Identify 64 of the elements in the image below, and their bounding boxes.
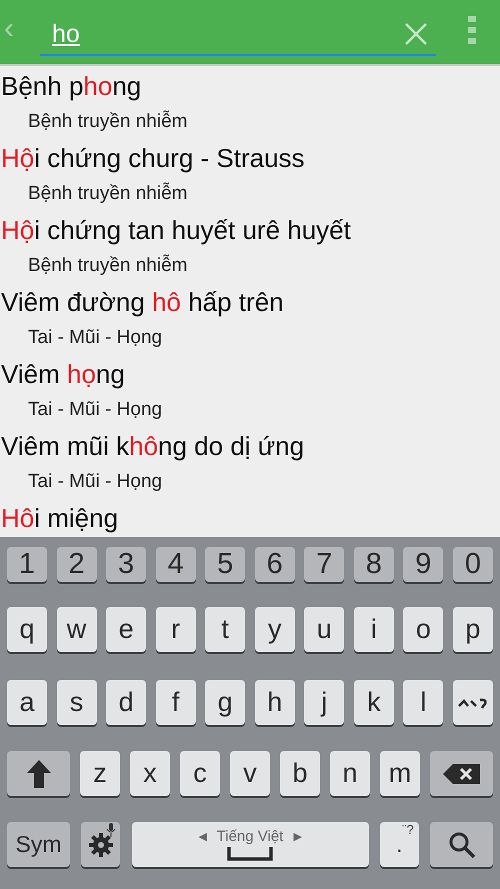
settings-icon [88,832,114,858]
keyboard-key[interactable]: 5 [205,547,246,582]
period-key[interactable]: ¨? . [380,822,419,867]
backspace-icon [442,764,480,784]
keyboard-key[interactable]: 0 [452,547,493,582]
keyboard-key[interactable]: s [56,680,97,725]
keyboard-key[interactable]: 9 [403,547,444,582]
microphone-icon [106,823,116,837]
keyboard-key[interactable]: 2 [56,547,97,582]
keyboard-key[interactable]: r [156,607,196,652]
keyboard-key[interactable]: 1 [7,547,47,582]
keyboard-key[interactable]: g [205,680,246,725]
result-category: Tai - Mũi - Họng [27,326,164,350]
result-title[interactable]: Hôi miệng [0,498,500,537]
symbols-key[interactable]: Sym [7,822,70,867]
tone-marks-key[interactable] [452,680,493,725]
result-title[interactable]: Bệnh phong [0,66,500,106]
keyboard-key[interactable]: h [254,680,295,725]
tone-marks-icon [456,696,489,710]
keyboard-key[interactable]: i [354,607,394,652]
result-title[interactable]: Hội chứng tan huyết urê huyết [0,210,500,250]
search-icon [448,830,476,858]
result-title[interactable]: Viêm mũi không do dị ứng [0,426,500,466]
keyboard-key[interactable]: d [106,680,146,725]
result-category: Tai - Mũi - Họng [27,470,164,494]
settings-key[interactable] [81,822,120,867]
shift-key[interactable] [7,751,70,796]
space-bar[interactable]: ◀ Tiếng Việt ▶ [132,822,368,867]
search-key[interactable] [430,822,493,867]
result-category: Bệnh truyền nhiễm [27,182,188,206]
keyboard-key[interactable]: k [354,680,394,725]
keyboard-key[interactable]: 7 [304,547,344,582]
result-title[interactable]: Viêm họng [0,354,500,394]
keyboard-key[interactable]: e [106,607,146,652]
keyboard-key[interactable]: x [130,751,170,796]
result-category: Tai - Mũi - Họng [27,398,164,422]
keyboard-key[interactable]: 4 [156,547,196,582]
keyboard-key[interactable]: p [452,607,493,652]
keyboard-key[interactable]: v [230,751,270,796]
keyboard-key[interactable]: b [280,751,320,796]
keyboard-key[interactable]: w [56,607,97,652]
keyboard-key[interactable]: u [304,607,344,652]
keyboard-key[interactable]: y [254,607,295,652]
keyboard-key[interactable]: 8 [354,547,394,582]
keyboard-key[interactable]: 6 [254,547,295,582]
keyboard-key[interactable]: f [156,680,196,725]
result-category: Bệnh truyền nhiễm [27,110,188,134]
keyboard-key[interactable]: c [180,751,220,796]
keyboard-key[interactable]: z [80,751,120,796]
result-title[interactable]: Viêm đường hô hấp trên [0,282,500,322]
keyboard-key[interactable]: m [380,751,420,796]
keyboard-key[interactable]: o [403,607,444,652]
keyboard-key[interactable]: 3 [106,547,146,582]
keyboard-key[interactable]: l [403,680,444,725]
result-title[interactable]: Hội chứng churg - Strauss [0,138,500,178]
result-category: Bệnh truyền nhiễm [27,254,188,278]
space-icon [227,847,273,861]
keyboard-key[interactable]: j [304,680,344,725]
arrow-up-icon [26,758,52,788]
keyboard-key[interactable]: q [7,607,47,652]
keyboard-key[interactable]: n [330,751,370,796]
backspace-key[interactable] [430,751,493,796]
keyboard-key[interactable]: a [7,680,47,725]
keyboard-key[interactable]: t [205,607,246,652]
